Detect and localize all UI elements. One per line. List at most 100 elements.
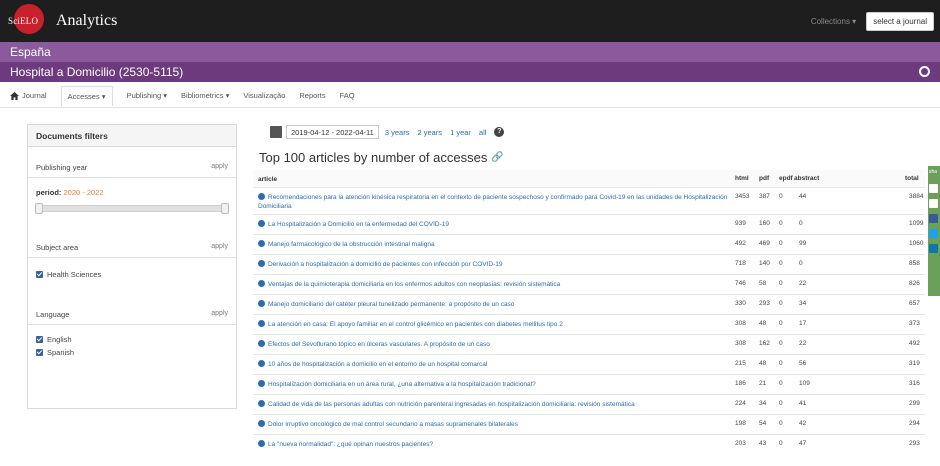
cell-article[interactable]: Recomendaciones para la atención kinésic… <box>258 193 728 211</box>
cell-article[interactable]: Ventajas de la quimioterapia domiciliari… <box>258 280 728 289</box>
cell-epdf: 0 <box>779 400 783 407</box>
cell-html: 215 <box>735 360 746 367</box>
logo-text: SciELO <box>8 16 39 26</box>
cell-article[interactable]: Efectos del Sevoflurano tópico en úlcera… <box>258 340 728 349</box>
main-nav: Journal Accesses ▾ Publishing ▾ Bibliome… <box>0 84 940 108</box>
article-title-link[interactable]: Hospitalización domiciliaria en un área … <box>268 381 536 388</box>
checkbox-checked-icon <box>36 349 43 356</box>
email-icon[interactable] <box>929 199 938 208</box>
cell-pdf: 54 <box>759 420 767 427</box>
collections-dropdown[interactable]: Collections ▾ <box>811 17 856 26</box>
permalink-icon[interactable]: 🔗 <box>491 152 503 163</box>
article-title-link[interactable]: La Hospitalización a Domicilio en la enf… <box>268 221 449 228</box>
twitter-icon[interactable] <box>929 229 938 238</box>
calendar-icon[interactable] <box>270 126 282 138</box>
table-row: Ventajas de la quimioterapia domiciliari… <box>253 274 925 294</box>
nav-faq[interactable]: FAQ <box>340 91 355 100</box>
globe-icon <box>258 340 265 347</box>
nav-visualizacao[interactable]: Visualização <box>243 91 285 100</box>
cell-pdf: 162 <box>759 340 770 347</box>
publishing-year-apply[interactable]: apply <box>211 163 228 172</box>
article-title-link[interactable]: Ventajas de la quimioterapia domiciliari… <box>268 281 560 288</box>
cell-article[interactable]: Manejo farmacológico de la obstrucción i… <box>258 240 728 249</box>
table-row: Calidad de vida de las personas adultas … <box>253 394 925 414</box>
cell-html: 330 <box>735 300 746 307</box>
article-title-link[interactable]: Manejo farmacológico de la obstrucción i… <box>268 241 435 248</box>
share-widget: sha <box>928 166 940 296</box>
cell-article[interactable]: La "nueva normalidad": ¿qué opinan nuest… <box>258 440 728 449</box>
article-title-link[interactable]: Efectos del Sevoflurano tópico en úlcera… <box>268 341 490 348</box>
range-3-years[interactable]: 3 years <box>385 128 410 137</box>
nav-bibliometrics[interactable]: Bibliometrics ▾ <box>181 91 229 100</box>
slider-handle-start[interactable] <box>35 203 43 214</box>
country-name: España <box>10 45 51 59</box>
cell-article[interactable]: Derivación a hospitalización a domicilio… <box>258 260 728 269</box>
col-article[interactable]: article <box>258 175 728 184</box>
col-pdf[interactable]: pdf <box>759 175 769 182</box>
article-title-link[interactable]: Calidad de vida de las personas adultas … <box>268 401 635 408</box>
article-title-link[interactable]: 10 años de hospitalización a domicilio e… <box>268 361 487 368</box>
col-abstract[interactable]: abstract <box>794 175 819 182</box>
article-title-link[interactable]: Recomendaciones para la atención kinésic… <box>258 194 727 210</box>
range-all[interactable]: all <box>479 128 487 137</box>
cell-abstract: 0 <box>799 260 803 267</box>
cell-article[interactable]: 10 años de hospitalización a domicilio e… <box>258 360 728 369</box>
cell-html: 198 <box>735 420 746 427</box>
table-row: Derivación a hospitalización a domicilio… <box>253 254 925 274</box>
cell-pdf: 469 <box>759 240 770 247</box>
scielo-logo[interactable]: SciELO <box>8 0 48 42</box>
nav-accesses[interactable]: Accesses ▾ <box>60 85 113 106</box>
article-title-link[interactable]: Derivación a hospitalización a domicilio… <box>268 261 502 268</box>
linkedin-icon[interactable] <box>929 244 938 253</box>
article-title-link[interactable]: La atención en casa: El apoyo familiar e… <box>268 321 563 328</box>
year-range-slider[interactable] <box>35 203 229 214</box>
nav-journal[interactable]: Journal <box>10 91 47 100</box>
checkbox-label: Health Sciences <box>47 270 102 279</box>
cell-article[interactable]: Calidad de vida de las personas adultas … <box>258 400 728 409</box>
cell-article[interactable]: Hospitalización domiciliaria en un área … <box>258 380 728 389</box>
country-bar: España <box>0 42 940 62</box>
date-filter-bar: 2019-04-12 - 2022-04-11 3 years 2 years … <box>270 124 505 140</box>
nav-reports[interactable]: Reports <box>299 91 325 100</box>
select-journal-button[interactable]: select a journal <box>866 11 934 31</box>
cell-html: 186 <box>735 380 746 387</box>
table-row: Manejo domiciliario del catéter pleural … <box>253 294 925 314</box>
cell-article[interactable]: La atención en casa: El apoyo familiar e… <box>258 320 728 329</box>
cell-article[interactable]: Dolor irruptivo oncológico de mal contro… <box>258 420 728 429</box>
cell-html: 939 <box>735 220 746 227</box>
cell-epdf: 0 <box>779 440 783 447</box>
checkbox-label: English <box>47 335 72 344</box>
globe-icon <box>258 380 265 387</box>
subject-checkbox-health-sciences[interactable]: Health Sciences <box>36 270 101 279</box>
subject-area-apply[interactable]: apply <box>211 243 228 252</box>
facebook-icon[interactable] <box>929 214 938 223</box>
language-checkbox-english[interactable]: English <box>36 335 72 344</box>
cell-total: 299 <box>909 400 920 407</box>
col-html[interactable]: html <box>735 175 749 182</box>
cell-article[interactable]: Manejo domiciliario del catéter pleural … <box>258 300 728 309</box>
article-title-link[interactable]: La "nueva normalidad": ¿qué opinan nuest… <box>268 441 433 448</box>
language-checkbox-spanish[interactable]: Spanish <box>36 348 74 357</box>
col-total[interactable]: total <box>905 175 919 182</box>
range-2-years[interactable]: 2 years <box>417 128 442 137</box>
article-title-link[interactable]: Dolor irruptivo oncológico de mal contro… <box>268 421 518 428</box>
info-icon[interactable]: ? <box>494 127 505 137</box>
article-title-link[interactable]: Manejo domiciliario del catéter pleural … <box>268 301 514 308</box>
slider-handle-end[interactable] <box>221 203 229 214</box>
close-journal-icon[interactable] <box>919 66 930 77</box>
col-epdf[interactable]: epdf <box>779 175 793 182</box>
cell-total: 293 <box>909 440 920 447</box>
nav-faq-label: FAQ <box>339 91 355 100</box>
nav-publishing[interactable]: Publishing ▾ <box>127 91 167 100</box>
journal-bar: Hospital a Domicilio (2530-5115) <box>0 62 940 82</box>
range-1-year[interactable]: 1 year <box>450 128 471 137</box>
language-apply[interactable]: apply <box>211 310 228 319</box>
cell-article[interactable]: La Hospitalización a Domicilio en la enf… <box>258 220 728 229</box>
date-range-input[interactable]: 2019-04-12 - 2022-04-11 <box>286 125 379 139</box>
cell-html: 3453 <box>735 193 750 200</box>
cell-epdf: 0 <box>779 240 783 247</box>
cell-html: 308 <box>735 340 746 347</box>
share-link-icon[interactable] <box>929 184 938 193</box>
cell-abstract: 44 <box>799 193 807 200</box>
cell-total: 657 <box>909 300 920 307</box>
